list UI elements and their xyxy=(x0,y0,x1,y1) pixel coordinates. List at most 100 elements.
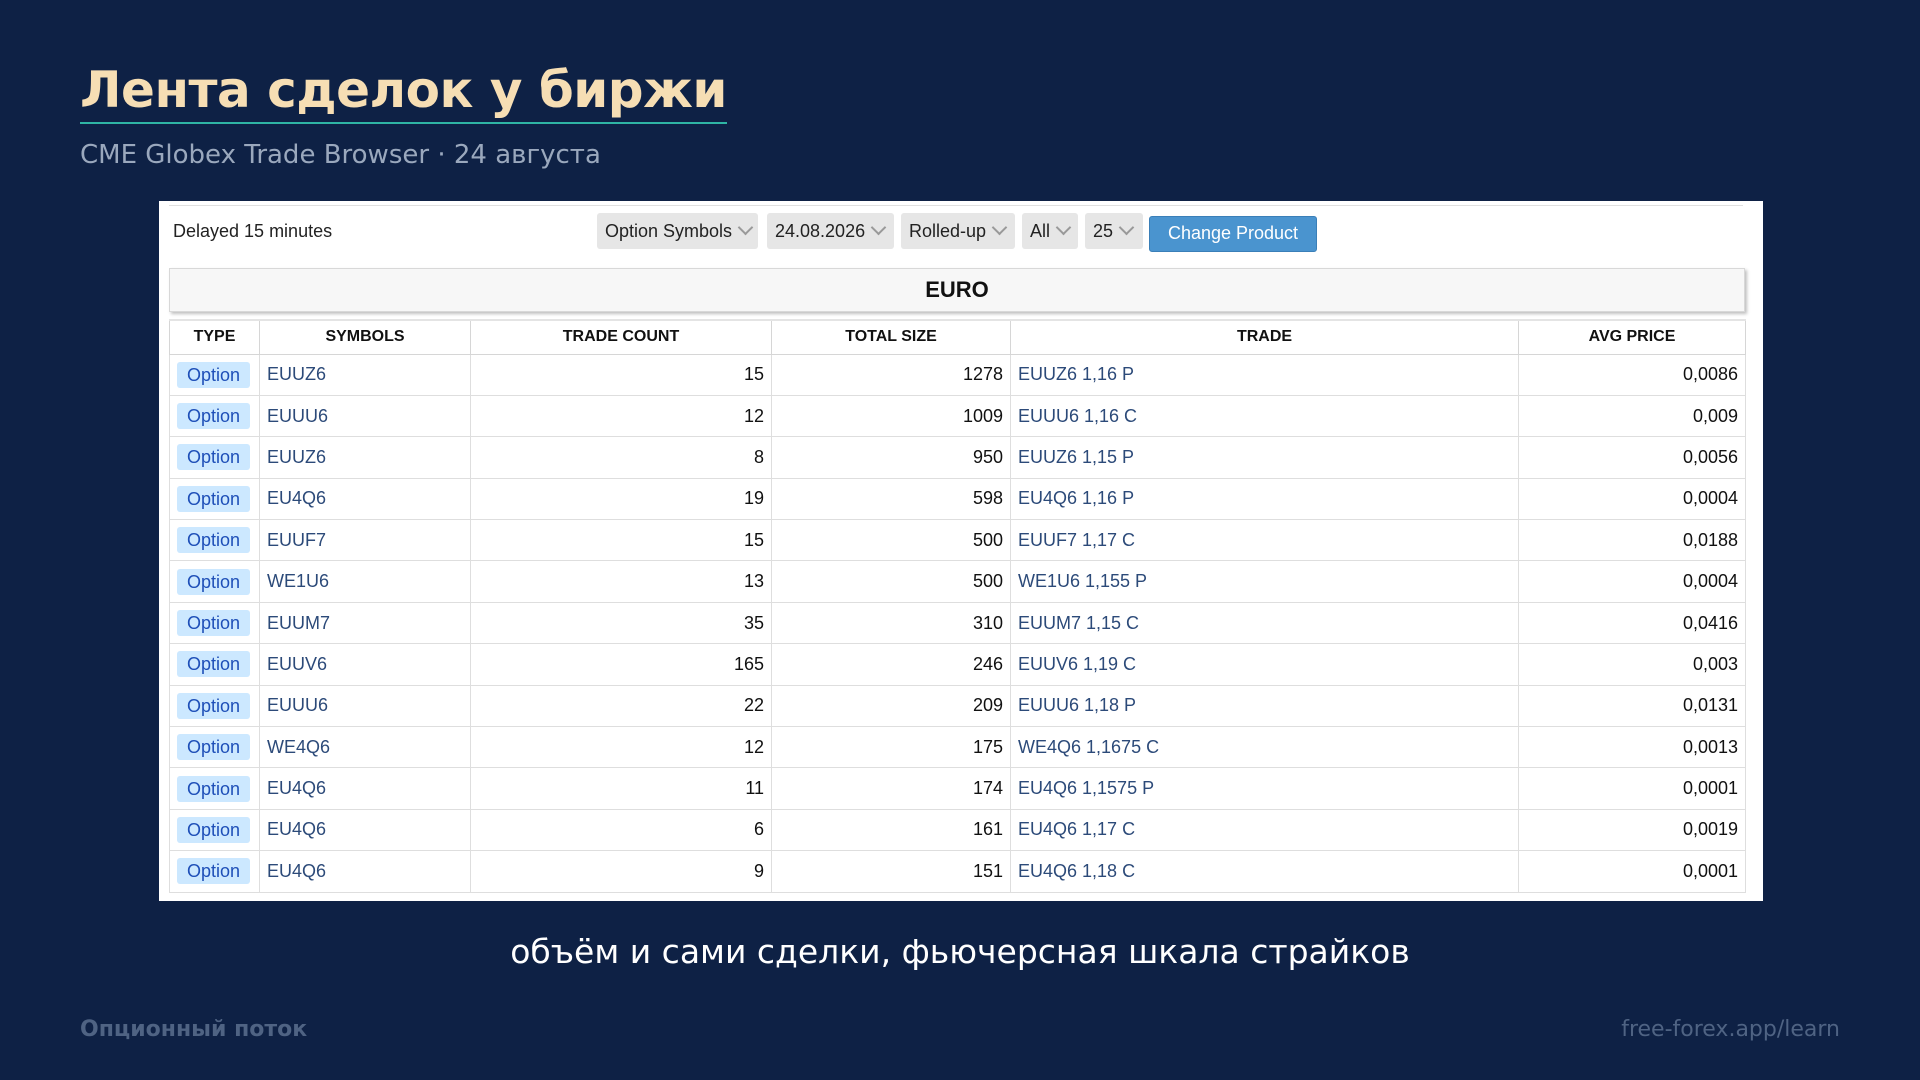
table-row[interactable]: Option EU4Q6 11 174 EU4Q6 1,1575 P 0,0001 xyxy=(169,767,1746,810)
symbol-cell[interactable]: EUUU6 xyxy=(259,684,471,728)
option-badge[interactable]: Option xyxy=(177,444,251,471)
column-header-total-size[interactable]: TOTAL SIZE xyxy=(771,319,1011,355)
avg-price-cell: 0,0004 xyxy=(1518,560,1746,603)
trade-cell[interactable]: EUUU6 1,18 P xyxy=(1010,684,1519,728)
chevron-down-icon xyxy=(737,219,754,236)
table-row[interactable]: Option EUUZ6 8 950 EUUZ6 1,15 P 0,0056 xyxy=(169,436,1746,479)
trade-cell[interactable]: EUUZ6 1,15 P xyxy=(1010,436,1519,479)
limit-select[interactable]: 25 xyxy=(1085,213,1143,249)
column-header-type[interactable]: TYPE xyxy=(169,319,260,355)
option-badge[interactable]: Option xyxy=(177,775,251,802)
option-badge[interactable]: Option xyxy=(177,734,251,761)
avg-price-cell: 0,0001 xyxy=(1518,850,1746,893)
trade-cell[interactable]: EU4Q6 1,1575 P xyxy=(1010,767,1519,810)
avg-price-cell: 0,0013 xyxy=(1518,726,1746,769)
trade-cell[interactable]: EU4Q6 1,17 C xyxy=(1010,808,1519,852)
table-row[interactable]: Option EU4Q6 19 598 EU4Q6 1,16 P 0,0004 xyxy=(169,477,1746,521)
trade-cell[interactable]: EU4Q6 1,16 P xyxy=(1010,477,1519,521)
avg-price-cell: 0,0131 xyxy=(1518,684,1746,728)
option-badge[interactable]: Option xyxy=(177,858,251,885)
option-badge[interactable]: Option xyxy=(177,403,251,430)
view-select[interactable]: Rolled-up xyxy=(901,213,1015,249)
trade-count-cell: 8 xyxy=(470,436,772,479)
footer-site-link[interactable]: free-forex.app/learn xyxy=(1621,1017,1840,1042)
symbol-cell[interactable]: EU4Q6 xyxy=(259,477,471,521)
table-row[interactable]: Option EU4Q6 9 151 EU4Q6 1,18 C 0,0001 xyxy=(169,850,1746,893)
scope-select[interactable]: All xyxy=(1022,213,1078,249)
column-header-trade-count[interactable]: TRADE COUNT xyxy=(470,319,772,355)
table-row[interactable]: Option EUUU6 12 1009 EUUU6 1,16 C 0,009 xyxy=(169,394,1746,438)
column-header-avg-price[interactable]: AVG PRICE xyxy=(1518,319,1746,355)
total-size-cell: 246 xyxy=(771,643,1011,686)
total-size-cell: 1278 xyxy=(771,353,1011,396)
type-cell: Option xyxy=(169,808,260,852)
toolbar: Delayed 15 minutes Option Symbols 24.08.… xyxy=(159,201,1763,265)
trade-cell[interactable]: WE1U6 1,155 P xyxy=(1010,560,1519,603)
trade-count-cell: 35 xyxy=(470,601,772,645)
chevron-down-icon xyxy=(870,219,887,236)
trade-cell[interactable]: EU4Q6 1,18 C xyxy=(1010,850,1519,893)
chevron-down-icon xyxy=(1055,219,1072,236)
column-header-trade[interactable]: TRADE xyxy=(1010,319,1519,355)
option-badge[interactable]: Option xyxy=(177,610,251,637)
avg-price-cell: 0,0416 xyxy=(1518,601,1746,645)
footer-section-label: Опционный поток xyxy=(80,1017,308,1042)
scope-select-value: All xyxy=(1030,221,1051,241)
option-badge[interactable]: Option xyxy=(177,692,251,719)
table-row[interactable]: Option EUUM7 35 310 EUUM7 1,15 C 0,0416 xyxy=(169,601,1746,645)
table-row[interactable]: Option EUUV6 165 246 EUUV6 1,19 C 0,003 xyxy=(169,643,1746,686)
column-header-symbols[interactable]: SYMBOLS xyxy=(259,319,471,355)
symbol-cell[interactable]: WE4Q6 xyxy=(259,726,471,769)
trade-cell[interactable]: WE4Q6 1,1675 C xyxy=(1010,726,1519,769)
trade-count-cell: 15 xyxy=(470,519,772,562)
limit-select-value: 25 xyxy=(1093,221,1114,241)
symbol-cell[interactable]: EUUZ6 xyxy=(259,353,471,396)
symbol-cell[interactable]: WE1U6 xyxy=(259,560,471,603)
total-size-cell: 209 xyxy=(771,684,1011,728)
option-badge[interactable]: Option xyxy=(177,651,251,678)
option-badge[interactable]: Option xyxy=(177,568,251,595)
total-size-cell: 598 xyxy=(771,477,1011,521)
change-product-button[interactable]: Change Product xyxy=(1149,216,1317,252)
symbol-cell[interactable]: EU4Q6 xyxy=(259,808,471,852)
table-row[interactable]: Option EU4Q6 6 161 EU4Q6 1,17 C 0,0019 xyxy=(169,808,1746,852)
trade-count-cell: 13 xyxy=(470,560,772,603)
total-size-cell: 950 xyxy=(771,436,1011,479)
trade-cell[interactable]: EUUM7 1,15 C xyxy=(1010,601,1519,645)
table-row[interactable]: Option EUUF7 15 500 EUUF7 1,17 C 0,0188 xyxy=(169,519,1746,562)
option-badge[interactable]: Option xyxy=(177,527,251,554)
symbol-cell[interactable]: EUUZ6 xyxy=(259,436,471,479)
avg-price-cell: 0,0001 xyxy=(1518,767,1746,810)
slide-subtitle: CME Globex Trade Browser · 24 августа xyxy=(80,140,601,170)
table-row[interactable]: Option WE4Q6 12 175 WE4Q6 1,1675 C 0,0013 xyxy=(169,726,1746,769)
trade-count-cell: 11 xyxy=(470,767,772,810)
option-badge[interactable]: Option xyxy=(177,361,251,388)
trade-count-cell: 9 xyxy=(470,850,772,893)
table-row[interactable]: Option WE1U6 13 500 WE1U6 1,155 P 0,0004 xyxy=(169,560,1746,603)
trade-cell[interactable]: EUUF7 1,17 C xyxy=(1010,519,1519,562)
date-select-value: 24.08.2026 xyxy=(775,221,866,241)
total-size-cell: 161 xyxy=(771,808,1011,852)
chevron-down-icon xyxy=(991,219,1008,236)
symbol-cell[interactable]: EUUV6 xyxy=(259,643,471,686)
avg-price-cell: 0,0188 xyxy=(1518,519,1746,562)
symbol-cell[interactable]: EUUU6 xyxy=(259,394,471,438)
symbol-cell[interactable]: EUUF7 xyxy=(259,519,471,562)
symbol-cell[interactable]: EU4Q6 xyxy=(259,850,471,893)
table-row[interactable]: Option EUUZ6 15 1278 EUUZ6 1,16 P 0,0086 xyxy=(169,353,1746,396)
symbols-select[interactable]: Option Symbols xyxy=(597,213,758,249)
trade-cell[interactable]: EUUV6 1,19 C xyxy=(1010,643,1519,686)
trade-count-cell: 15 xyxy=(470,353,772,396)
option-badge[interactable]: Option xyxy=(177,485,251,512)
avg-price-cell: 0,009 xyxy=(1518,394,1746,438)
symbols-select-value: Option Symbols xyxy=(605,221,733,241)
trade-cell[interactable]: EUUU6 1,16 C xyxy=(1010,394,1519,438)
symbol-cell[interactable]: EU4Q6 xyxy=(259,767,471,810)
avg-price-cell: 0,0004 xyxy=(1518,477,1746,521)
option-badge[interactable]: Option xyxy=(177,816,251,843)
symbol-cell[interactable]: EUUM7 xyxy=(259,601,471,645)
trade-cell[interactable]: EUUZ6 1,16 P xyxy=(1010,353,1519,396)
table-row[interactable]: Option EUUU6 22 209 EUUU6 1,18 P 0,0131 xyxy=(169,684,1746,728)
type-cell: Option xyxy=(169,643,260,686)
date-select[interactable]: 24.08.2026 xyxy=(767,213,894,249)
